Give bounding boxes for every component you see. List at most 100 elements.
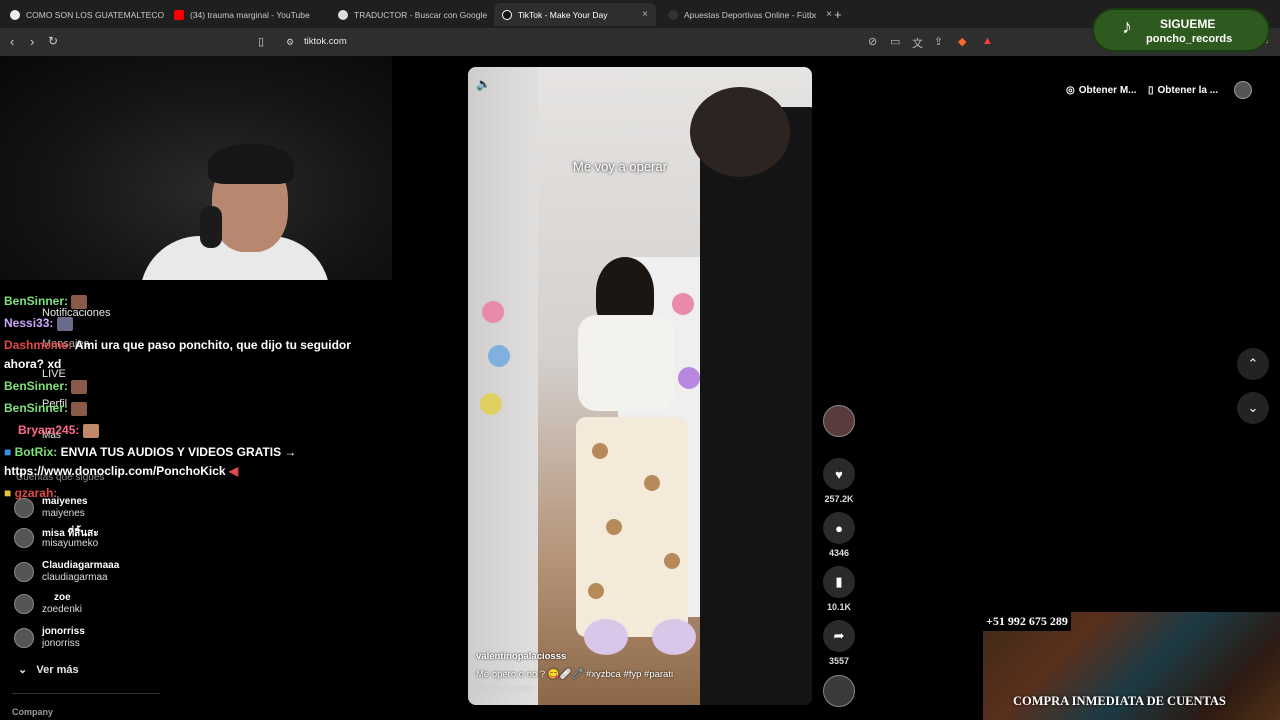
tab-title: COMO SON LOS GUATEMALTECOS - <box>26 9 164 20</box>
ad-banner: +51 992 675 289 COMPRA INMEDIATA DE CUEN… <box>983 612 1280 720</box>
heart-icon: ♥ <box>823 458 855 490</box>
like-count: 257.2K <box>824 494 854 504</box>
following-name: zoe <box>54 592 71 603</box>
site-icon <box>668 9 678 20</box>
reload-icon[interactable]: ↻ <box>48 34 58 48</box>
following-item[interactable]: zoe zoedenki <box>14 590 174 618</box>
video-username[interactable]: valentinopalaciosss <box>476 651 566 662</box>
avatar <box>14 562 34 582</box>
tab-apuestas[interactable]: Apuestas Deportivas Online - Fútbol <box>660 3 816 26</box>
get-app-label-1: Obtener M... <box>1078 84 1137 96</box>
comment-button[interactable]: ● 4346 <box>822 512 856 558</box>
sound-avatar-button[interactable] <box>822 675 856 707</box>
creator-avatar-button[interactable] <box>822 405 856 437</box>
google-icon <box>338 9 348 20</box>
video-description: Me opero o no ? 😋🩹🧷 #xyzbca #fyp #parati <box>476 669 674 680</box>
comment-icon: ● <box>823 512 855 544</box>
sound-disc-icon <box>823 675 855 707</box>
reader-icon[interactable]: ⊘ <box>868 35 877 48</box>
second-person-hair <box>690 87 790 177</box>
get-app-button-2[interactable]: ▯ Obtener la ... <box>1148 78 1218 102</box>
plus-icon: + <box>834 7 842 22</box>
following-user: jonorriss <box>42 638 80 649</box>
bear-print <box>606 519 622 535</box>
share-icon[interactable]: ⇪ <box>934 35 943 48</box>
following-user: maiyenes <box>42 508 85 519</box>
tab-tiktok[interactable]: TikTok - Make Your Day × <box>494 3 656 26</box>
tab-title: TikTok - Make Your Day <box>518 9 608 20</box>
brave-shield-icon[interactable]: ◆ <box>958 35 966 48</box>
get-app-label-2: Obtener la ... <box>1157 84 1219 96</box>
chat-line: Dashmeme: Ami ura que paso ponchito, que… <box>4 338 351 352</box>
verified-badge-icon: ■ <box>4 445 12 459</box>
emote-icon <box>71 294 88 309</box>
chat-user: BenSinner: <box>4 379 69 393</box>
chat-user: Dashmeme: <box>4 338 73 352</box>
chat-user: Bryam245: <box>18 423 80 437</box>
tab-bar: COMO SON LOS GUATEMALTECOS - (34) trauma… <box>0 0 1280 28</box>
following-item[interactable]: jonorriss jonorriss <box>14 624 174 652</box>
chat-message: ahora? xd <box>4 357 62 371</box>
chat-user: BenSinner: <box>4 401 69 415</box>
bookmark-icon: ▮ <box>823 566 855 598</box>
rewards-icon[interactable]: ▲ <box>982 35 993 47</box>
tiktok-icon <box>502 9 512 20</box>
user-avatar <box>1234 81 1252 99</box>
bookmark-icon[interactable]: ▯ <box>258 35 264 48</box>
video-player[interactable]: 🔈 Me voy a operar valentinopalaciosss Me… <box>468 67 812 705</box>
volume-icon[interactable]: 🔈 <box>476 77 491 91</box>
tab-guatemaltecos[interactable]: COMO SON LOS GUATEMALTECOS - <box>2 3 164 26</box>
new-tab-button[interactable]: + <box>826 3 846 26</box>
next-video-button[interactable]: ⌄ <box>1237 392 1269 424</box>
creator-avatar <box>823 405 855 437</box>
tab-title: (34) trauma marginal - YouTube <box>190 9 310 20</box>
avatar <box>14 594 34 614</box>
url-field[interactable]: tiktok.com <box>304 36 347 47</box>
forward-icon[interactable]: › <box>30 34 34 49</box>
tab-traductor[interactable]: TRADUCTOR - Buscar con Google <box>330 3 492 26</box>
chevron-down-icon: ⌄ <box>18 664 28 676</box>
back-icon[interactable]: ‹ <box>10 34 14 49</box>
chat-link[interactable]: https://www.donoclip.com/PonchoKick <box>4 464 226 478</box>
like-button[interactable]: ♥ 257.2K <box>822 458 856 504</box>
ad-text: COMPRA INMEDIATA DE CUENTAS <box>1013 694 1226 708</box>
chat-line: Bryam245: <box>18 423 99 438</box>
avatar <box>14 528 34 548</box>
follow-overlay: ♪ SIGUEME poncho_records <box>1092 8 1270 52</box>
share-arrow-icon: ➦ <box>823 620 855 652</box>
chat-user: BenSinner: <box>4 294 69 308</box>
emote-icon <box>82 423 99 438</box>
bear-print <box>592 443 608 459</box>
tab-youtube[interactable]: (34) trauma marginal - YouTube <box>166 3 328 26</box>
save-count: 10.1K <box>826 602 852 612</box>
chat-line: ■ BotRix: ENVIA TUS AUDIOS Y VIDEOS GRAT… <box>4 445 296 459</box>
chat-line: ■ gzarah: <box>4 486 57 500</box>
bear-print <box>588 583 604 599</box>
emote-icon <box>71 379 88 394</box>
following-item[interactable]: misa ที่สิ้นสะ misayumeko <box>14 524 174 552</box>
previous-video-button[interactable]: ⌃ <box>1237 348 1269 380</box>
plush-toy <box>678 367 700 389</box>
slipper <box>584 619 628 655</box>
save-button[interactable]: ▮ 10.1K <box>822 566 856 612</box>
company-link[interactable]: Company <box>12 707 53 717</box>
chat-user: BotRix: <box>14 445 58 459</box>
chat-message: ENVIA TUS AUDIOS Y VIDEOS GRATIS → <box>60 445 297 459</box>
following-item[interactable]: Claudiagarmaaa claudiagarmaa <box>14 558 174 586</box>
tiktok-logo-icon: ♪ <box>1122 16 1132 38</box>
avatar <box>14 498 34 518</box>
get-app-button-1[interactable]: ◎ Obtener M... <box>1066 78 1137 102</box>
translate-icon[interactable]: 文 <box>912 35 923 51</box>
chat-line: https://www.donoclip.com/PonchoKick ◀ <box>4 464 238 478</box>
headset <box>200 206 222 248</box>
streamer-hair <box>208 144 294 184</box>
screen-icon[interactable]: ▭ <box>890 35 900 48</box>
share-button[interactable]: ➦ 3557 <box>822 620 856 666</box>
see-more-button[interactable]: ⌄ Ver más <box>18 663 79 676</box>
youtube-icon <box>174 9 184 20</box>
avatar <box>14 628 34 648</box>
profile-button[interactable] <box>1234 78 1252 102</box>
close-tab-icon[interactable]: × <box>642 9 648 20</box>
translate-link[interactable]: Ver traducción <box>476 683 534 693</box>
site-info-icon[interactable]: ⚙ <box>286 37 294 48</box>
